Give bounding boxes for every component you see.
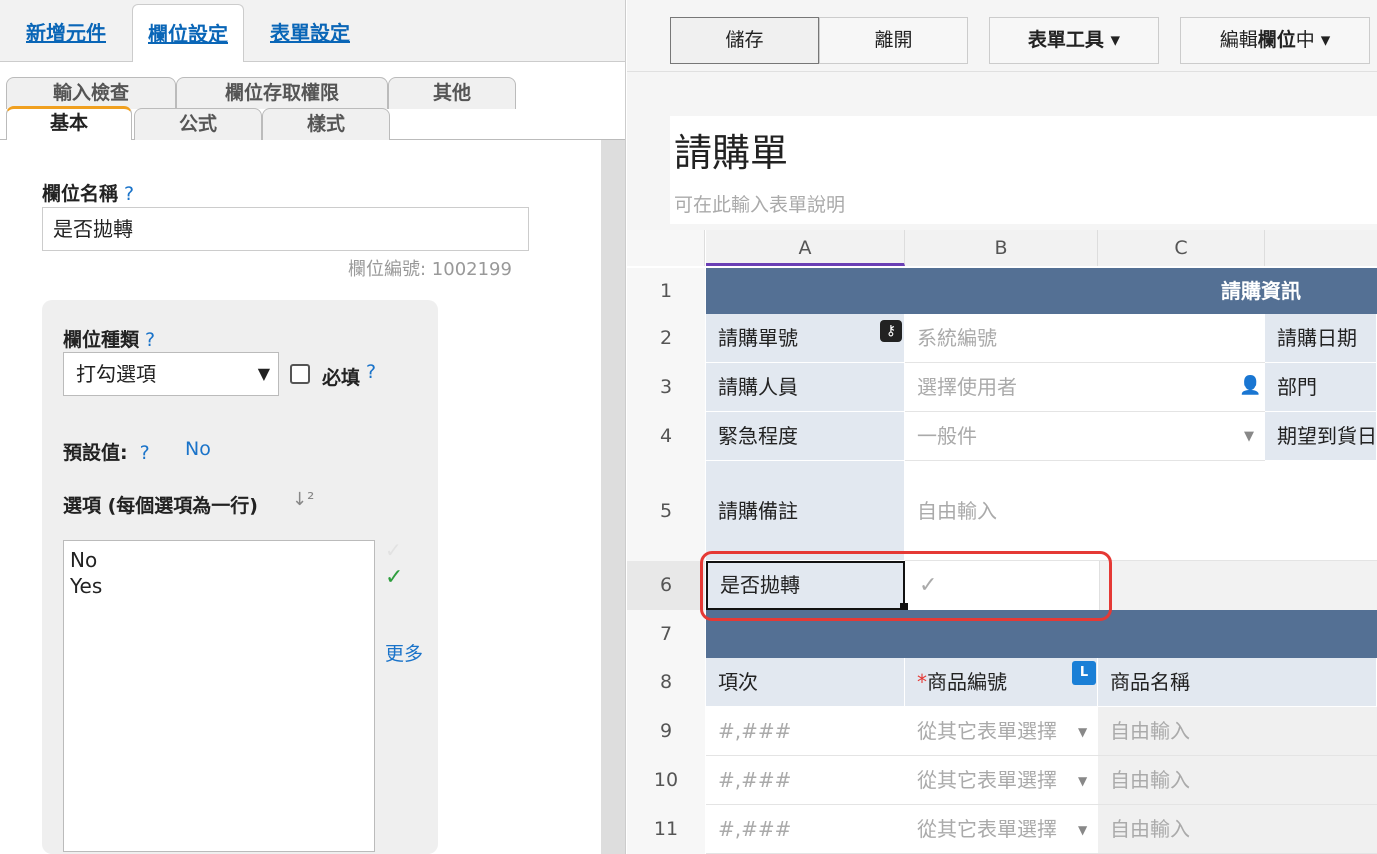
section-header-title: 請購資訊 bbox=[1221, 279, 1301, 303]
check-icon: ✓ bbox=[385, 565, 404, 590]
row-number[interactable]: 4 bbox=[627, 412, 705, 461]
table-header-cell[interactable]: *商品編號 bbox=[905, 658, 1098, 707]
form-title-area: 請購單 可在此輸入表單說明 bbox=[670, 116, 1377, 224]
table-header-cell[interactable]: 商品名稱 bbox=[1098, 658, 1377, 707]
options-label: 選項 (每個選項為一行) bbox=[63, 495, 258, 517]
field-type-select[interactable]: 打勾選項 ▼ bbox=[63, 352, 279, 396]
leave-button[interactable]: 離開 bbox=[819, 17, 968, 64]
table-header-cell[interactable]: 項次 bbox=[706, 658, 905, 707]
chevron-down-icon: ▼ bbox=[1078, 774, 1088, 788]
table-cell[interactable]: #,### bbox=[706, 756, 905, 805]
row-number[interactable]: 3 bbox=[627, 363, 705, 412]
form-tools-button[interactable]: 表單工具 ▾ bbox=[989, 17, 1159, 64]
column-header-d[interactable] bbox=[1265, 230, 1377, 266]
column-header-b[interactable]: B bbox=[905, 230, 1098, 266]
label-cell[interactable]: 請購日期 bbox=[1265, 314, 1377, 363]
highlight-annotation bbox=[700, 551, 1112, 621]
field-settings-panel: 新增元件 欄位設定 表單設定 輸入檢查 欄位存取權限 其他 基本 公式 樣式 欄… bbox=[0, 0, 626, 854]
tab-style[interactable]: 樣式 bbox=[262, 108, 390, 140]
table-cell[interactable]: 從其它表單選擇 bbox=[905, 805, 1098, 854]
default-value[interactable]: No bbox=[185, 438, 211, 460]
field-id: 欄位編號: 1002199 bbox=[348, 259, 512, 280]
value-cell[interactable]: 系統編號 bbox=[905, 314, 1265, 363]
label-cell[interactable]: 部門 bbox=[1265, 363, 1377, 412]
row-number[interactable]: 9 bbox=[627, 707, 705, 756]
field-name-label: 欄位名稱? bbox=[42, 183, 135, 205]
tab-input-check[interactable]: 輸入檢查 bbox=[6, 77, 176, 109]
check-icon: ✓ bbox=[385, 538, 402, 562]
label-cell[interactable]: 期望到貨日 bbox=[1265, 412, 1377, 461]
label-cell[interactable]: 請購人員 bbox=[706, 363, 905, 412]
row-number[interactable]: 2 bbox=[627, 314, 705, 363]
chevron-down-icon: ▼ bbox=[257, 364, 270, 383]
tab-add-component[interactable]: 新增元件 bbox=[14, 4, 118, 62]
edit-mode-button[interactable]: 編輯欄位中 ▾ bbox=[1180, 17, 1370, 64]
tab-formula[interactable]: 公式 bbox=[134, 108, 262, 140]
chevron-down-icon: ▼ bbox=[1078, 725, 1088, 739]
row-number[interactable]: 5 bbox=[627, 461, 705, 561]
help-icon[interactable]: ? bbox=[124, 183, 134, 205]
table-cell[interactable]: 從其它表單選擇 bbox=[905, 756, 1098, 805]
row-number[interactable]: 7 bbox=[627, 610, 705, 658]
table-cell[interactable]: 自由輸入 bbox=[1098, 805, 1377, 854]
field-name-input[interactable]: 是否拋轉 bbox=[42, 207, 529, 251]
empty-cell[interactable] bbox=[1099, 561, 1377, 610]
tab-field-settings[interactable]: 欄位設定 bbox=[132, 4, 244, 63]
table-cell[interactable]: 自由輸入 bbox=[1098, 756, 1377, 805]
sub-tab-bar: 輸入檢查 欄位存取權限 其他 基本 公式 樣式 bbox=[0, 62, 625, 140]
tab-other[interactable]: 其他 bbox=[388, 77, 516, 109]
top-tab-bar: 新增元件 欄位設定 表單設定 bbox=[0, 0, 625, 63]
tab-basic[interactable]: 基本 bbox=[6, 106, 132, 140]
form-description[interactable]: 可在此輸入表單說明 bbox=[674, 190, 845, 217]
required-checkbox[interactable] bbox=[290, 364, 310, 384]
column-header-a[interactable]: A bbox=[706, 230, 905, 266]
form-title[interactable]: 請購單 bbox=[674, 122, 788, 177]
label-cell[interactable]: 請購單號 bbox=[706, 314, 905, 363]
table-cell[interactable]: 自由輸入 bbox=[1098, 707, 1377, 756]
label-cell[interactable]: 請購備註 bbox=[706, 461, 905, 561]
column-header-c[interactable]: C bbox=[1098, 230, 1265, 266]
field-type-label: 欄位種類? bbox=[63, 329, 156, 351]
table-cell[interactable]: 從其它表單選擇 bbox=[905, 707, 1098, 756]
form-sheet: A B C 1 2 3 4 5 6 7 8 9 10 11 請購資訊 請購單號 … bbox=[627, 230, 1377, 854]
key-icon: ⚷ bbox=[880, 320, 902, 342]
options-textarea[interactable]: No Yes bbox=[63, 540, 375, 852]
row-number[interactable]: 10 bbox=[627, 756, 705, 805]
more-link[interactable]: 更多 bbox=[385, 639, 423, 666]
help-icon[interactable]: ? bbox=[145, 329, 155, 351]
row-number[interactable]: 8 bbox=[627, 658, 705, 707]
table-cell[interactable]: #,### bbox=[706, 707, 905, 756]
form-editor: 儲存 離開 表單工具 ▾ 編輯欄位中 ▾ 請購單 可在此輸入表單說明 A B C… bbox=[627, 0, 1377, 854]
sort-icon[interactable]: ↓² bbox=[292, 489, 314, 510]
table-cell[interactable]: #,### bbox=[706, 805, 905, 854]
scrollbar[interactable] bbox=[601, 140, 625, 854]
label-cell[interactable]: 緊急程度 bbox=[706, 412, 905, 461]
value-cell[interactable]: 選擇使用者 bbox=[905, 363, 1265, 412]
editor-toolbar: 儲存 離開 表單工具 ▾ 編輯欄位中 ▾ bbox=[627, 0, 1377, 72]
value-cell[interactable]: 自由輸入 bbox=[905, 461, 1377, 561]
corner-cell bbox=[627, 230, 705, 266]
help-icon[interactable]: ? bbox=[366, 361, 376, 383]
link-badge: L bbox=[1072, 661, 1096, 685]
row-number[interactable]: 1 bbox=[627, 268, 705, 314]
tab-field-access[interactable]: 欄位存取權限 bbox=[176, 77, 388, 109]
save-button[interactable]: 儲存 bbox=[670, 17, 819, 64]
tab-form-settings[interactable]: 表單設定 bbox=[258, 4, 362, 62]
row-number[interactable]: 11 bbox=[627, 805, 705, 854]
required-label: 必填? bbox=[322, 361, 377, 389]
value-cell[interactable]: 一般件 bbox=[905, 412, 1265, 461]
section-header-bar[interactable]: 請購資訊 bbox=[706, 268, 1377, 314]
user-icon: 👤 bbox=[1239, 375, 1262, 396]
row-number[interactable]: 6 bbox=[627, 561, 705, 610]
chevron-down-icon: ▼ bbox=[1244, 429, 1254, 444]
default-value-label: 預設值:? bbox=[63, 442, 150, 464]
help-icon[interactable]: ? bbox=[140, 442, 150, 464]
chevron-down-icon: ▼ bbox=[1078, 823, 1088, 837]
